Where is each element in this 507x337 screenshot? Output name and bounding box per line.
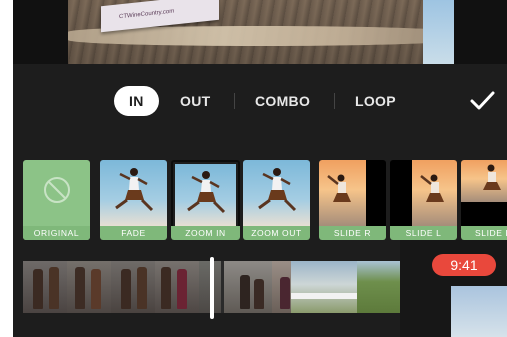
transition-label: SLIDE D	[461, 226, 507, 240]
bottle	[161, 267, 171, 309]
transition-zoom-out[interactable]: ZOOM OUT	[243, 160, 310, 240]
thumbnail-image	[243, 160, 310, 226]
timeline-frame	[67, 261, 111, 313]
timeline-track[interactable]	[23, 261, 413, 313]
tab-loop[interactable]: LOOP	[355, 86, 396, 116]
bottle	[49, 267, 59, 309]
transition-label: ORIGINAL	[23, 226, 90, 240]
thumbnail-image	[461, 160, 507, 226]
checkmark-icon[interactable]	[467, 86, 497, 116]
thumbnail-sunset	[319, 160, 366, 226]
transition-label: FADE	[100, 226, 167, 240]
dancer-figure	[258, 168, 297, 212]
transition-zoom-in[interactable]: ZOOM IN	[171, 160, 240, 240]
dancer-figure	[115, 168, 154, 212]
bottle	[137, 267, 147, 309]
timeline-playhead[interactable]	[210, 257, 214, 319]
tab-out[interactable]: OUT	[180, 86, 210, 116]
transition-label: SLIDE L	[390, 226, 457, 240]
bottle	[33, 269, 43, 309]
dancer-figure	[327, 174, 351, 202]
bottle	[177, 269, 187, 309]
tab-combo[interactable]: COMBO	[255, 86, 310, 116]
fence	[291, 293, 357, 299]
timeline-frame	[111, 261, 155, 313]
video-preview: CTWineCountry.com	[13, 0, 507, 64]
transition-fade[interactable]: FADE	[100, 160, 167, 240]
bottle	[280, 277, 290, 309]
bottle	[75, 267, 85, 309]
transition-label: SLIDE R	[319, 226, 386, 240]
pip-preview	[451, 286, 507, 337]
status-time: 9:41	[432, 254, 496, 276]
bottle	[91, 269, 101, 309]
no-effect-icon	[44, 177, 70, 203]
timeline-frame	[155, 261, 199, 313]
dancer-figure	[420, 174, 444, 202]
bottle	[121, 269, 131, 309]
tab-separator	[334, 93, 335, 109]
thumbnail-image	[100, 160, 167, 226]
transition-strip: ORIGINAL FADE ZOOM IN ZOOM OUT SLIDE R S…	[23, 160, 507, 240]
preview-card-text: CTWineCountry.com	[119, 8, 175, 21]
preview-sky	[423, 0, 454, 64]
bottle	[254, 279, 264, 309]
dancer-figure	[187, 171, 226, 214]
transition-mode-toolbar: IN OUT COMBO LOOP	[13, 76, 507, 126]
transition-slide-l[interactable]: SLIDE L	[390, 160, 457, 240]
transition-slide-r[interactable]: SLIDE R	[319, 160, 386, 240]
thumbnail-sunset	[412, 160, 457, 226]
thumbnail-sunset	[461, 160, 507, 202]
timeline-frame	[291, 261, 357, 313]
timeline-frame	[23, 261, 67, 313]
timeline-frame	[224, 261, 272, 313]
tab-in[interactable]: IN	[114, 86, 159, 116]
tab-separator	[234, 93, 235, 109]
thumbnail-image	[175, 164, 236, 226]
bottle	[240, 275, 250, 309]
transition-label: ZOOM OUT	[243, 226, 310, 240]
thumbnail-image	[319, 160, 386, 226]
transition-slide-d[interactable]: SLIDE D	[461, 160, 507, 240]
transition-original[interactable]: ORIGINAL	[23, 160, 90, 240]
thumbnail-image	[390, 160, 457, 226]
dancer-figure	[483, 164, 501, 190]
transition-label: ZOOM IN	[171, 226, 240, 240]
